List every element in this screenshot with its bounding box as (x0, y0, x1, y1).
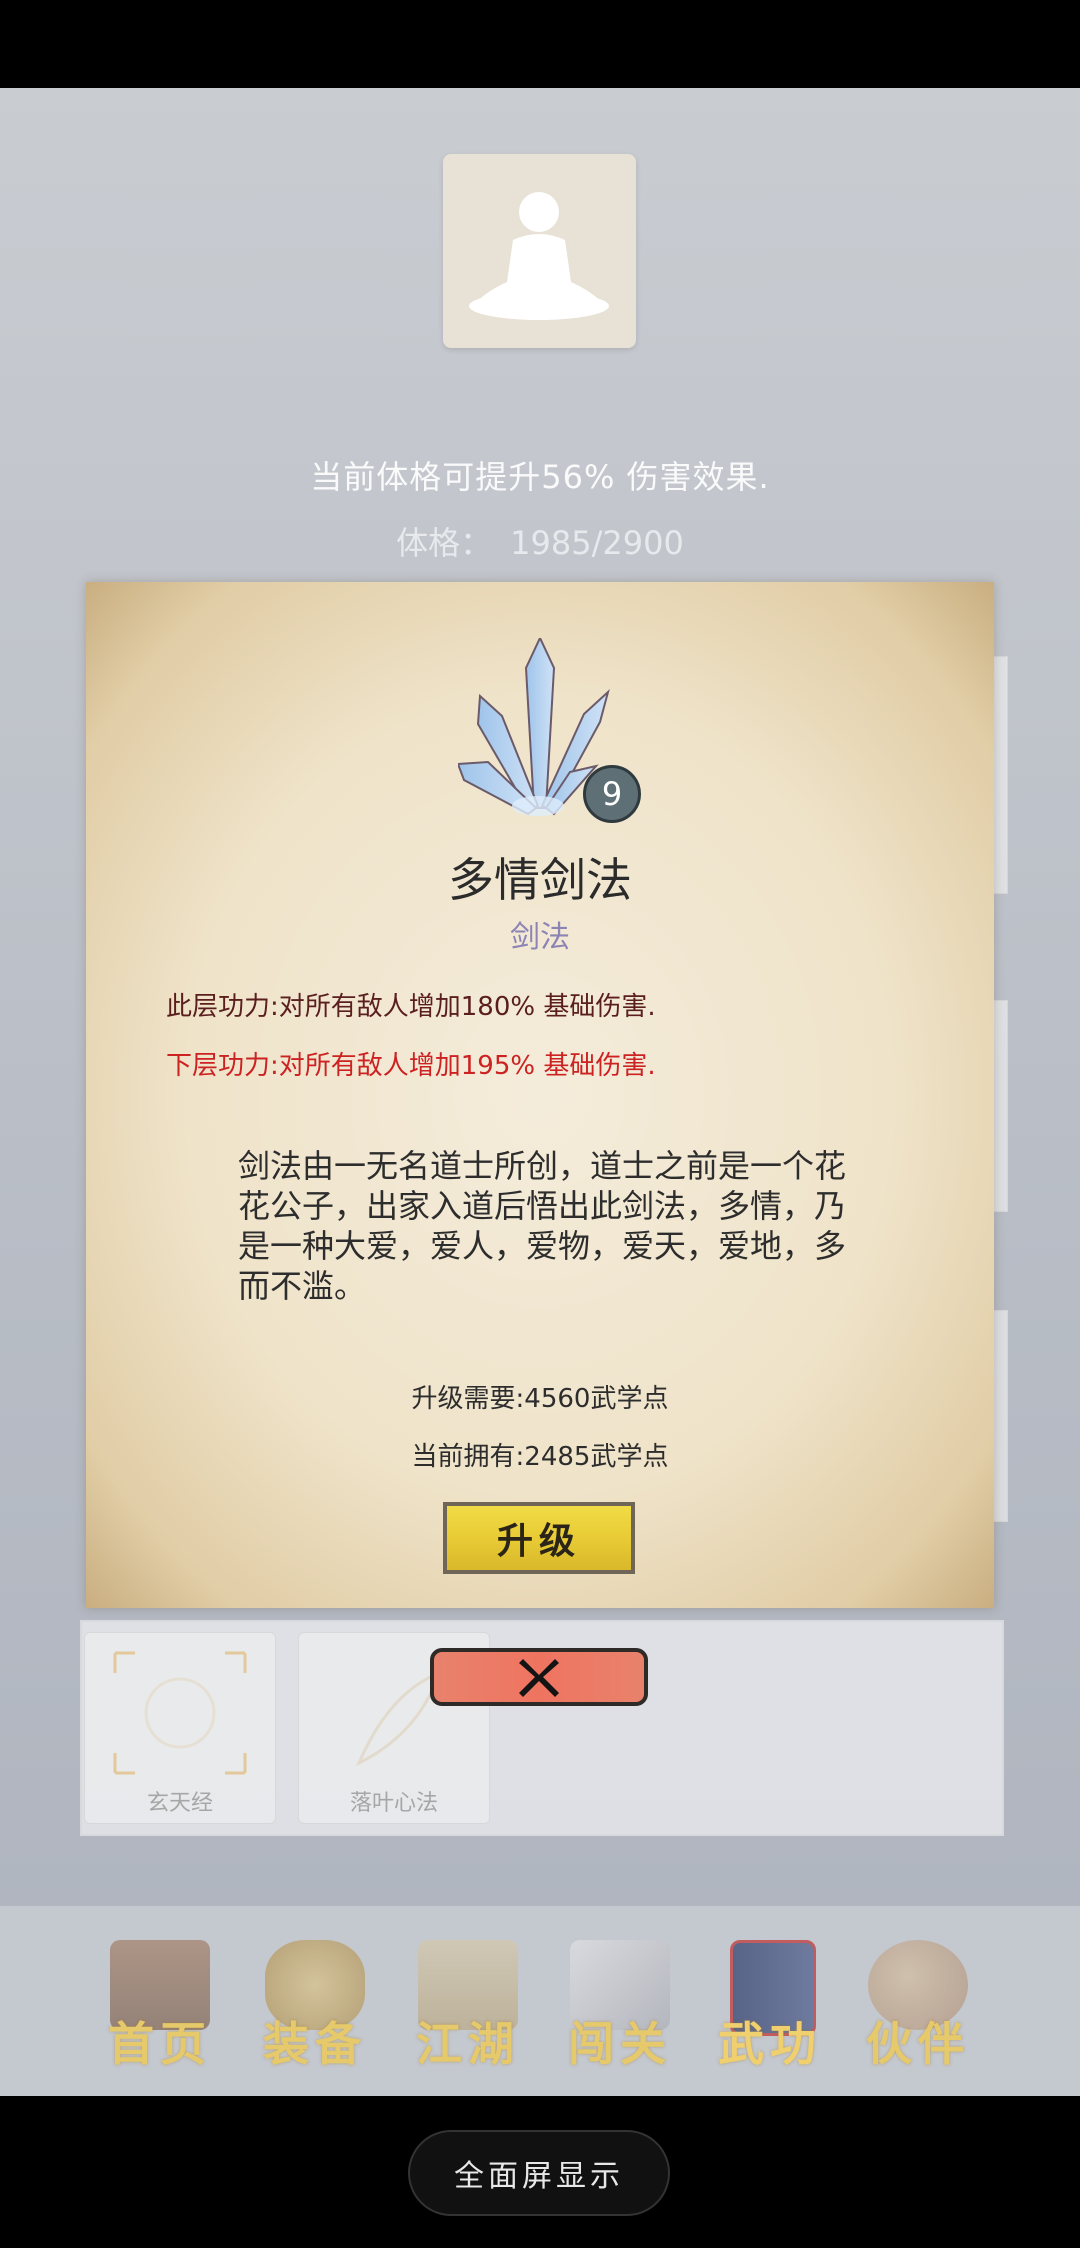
game-screen: 当前体格可提升56% 伤害效果. 体格： 1985/2900 玄天经 落叶心法 (0, 0, 1080, 2248)
close-button[interactable] (430, 1648, 648, 1706)
skill-name: 多情剑法 (448, 853, 632, 907)
nav-label: 江湖 (416, 2017, 520, 2071)
scroll-strip (992, 656, 1008, 894)
scroll-strip (992, 1000, 1008, 1212)
nav-label: 首页 (108, 2017, 212, 2071)
nav-item-jianghu[interactable]: 江湖 (398, 1936, 538, 2076)
constitution-label: 体格： (396, 524, 493, 562)
skill-tile-label: 落叶心法 (349, 1791, 438, 1816)
nav-item-challenge[interactable]: 闯关 (550, 1936, 690, 2076)
current-points: 当前拥有:2485武学点 (411, 1442, 669, 1472)
nav-item-martial-arts[interactable]: 武功 (700, 1936, 840, 2076)
upgrade-cost: 升级需要:4560武学点 (411, 1384, 669, 1414)
skill-lore-text: 剑法由一无名道士所创，道士之前是一个花花公子，出家入道后悟出此剑法，多情，乃是一… (238, 1147, 847, 1305)
close-icon (519, 1659, 559, 1697)
bottom-nav: 首页 装备 江湖 闯关 武功 伙伴 (0, 1906, 1080, 2096)
upgrade-button[interactable]: 升级 (443, 1502, 635, 1574)
nav-item-equipment[interactable]: 装备 (245, 1936, 385, 2076)
nav-label: 闯关 (568, 2017, 672, 2071)
current-level-effect: 此层功力:对所有敌人增加180% 基础伤害. (166, 992, 656, 1022)
skill-level-badge: 9 (583, 765, 641, 823)
meditation-portrait[interactable] (443, 154, 636, 348)
constitution-stat: 体格： 1985/2900 (0, 518, 1080, 564)
skill-type: 剑法 (510, 920, 570, 955)
nav-item-companions[interactable]: 伙伴 (848, 1936, 988, 2076)
fullscreen-display-button[interactable]: 全面屏显示 (408, 2130, 670, 2216)
next-level-effect: 下层功力:对所有敌人增加195% 基础伤害. (166, 1051, 656, 1081)
nav-label: 伙伴 (866, 2017, 970, 2071)
constitution-value: 1985/2900 (510, 524, 684, 562)
constitution-description: 当前体格可提升56% 伤害效果. (310, 458, 770, 496)
xuantian-sutra-icon (113, 1651, 247, 1775)
meditating-figure-icon (469, 192, 609, 320)
skill-tile-label: 玄天经 (146, 1791, 213, 1816)
status-bar (0, 0, 1080, 88)
skill-tile-xuantian[interactable]: 玄天经 (84, 1632, 276, 1824)
nav-item-home[interactable]: 首页 (90, 1936, 230, 2076)
nav-label: 装备 (263, 2017, 367, 2071)
nav-label: 武功 (718, 2017, 822, 2071)
skill-detail-dialog: 9 多情剑法 剑法 此层功力:对所有敌人增加180% 基础伤害. 下层功力:对所… (86, 582, 994, 1608)
scroll-strip (992, 1310, 1008, 1522)
